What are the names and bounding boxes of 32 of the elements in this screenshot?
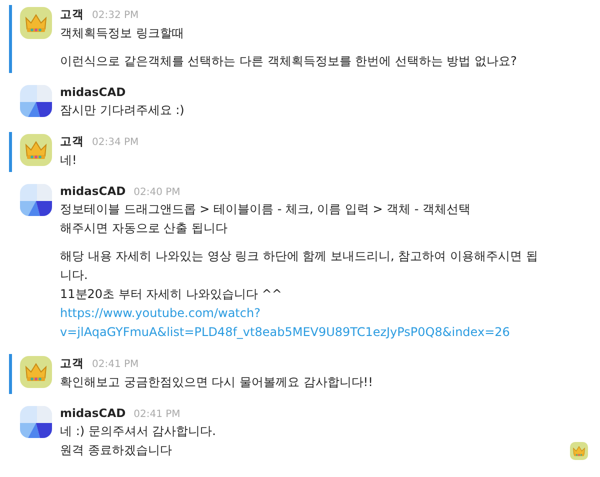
message-text: 정보테이블 드래그앤드롭 > 테이블이름 - 체크, 이름 입력 > 객체 - 객체선택 (60, 201, 471, 218)
message-text: 네 :) 문의주셔서 감사합니다. (60, 423, 216, 440)
message-time: 02:41 PM (92, 359, 139, 370)
message-text: 확인해보고 궁금한점있으면 다시 물어볼께요 감사합니다!! (60, 374, 373, 391)
avatar-crown-icon (20, 134, 52, 166)
message-text: 원격 종료하겠습니다 (60, 442, 172, 459)
message-text: 네! (60, 152, 77, 169)
avatar-crown-icon (20, 7, 52, 39)
sender-name: midasCAD (60, 85, 126, 99)
sender-name: 고객 (60, 356, 84, 371)
message-time: 02:34 PM (92, 137, 139, 148)
message-text: 11분20초 부터 자세히 나와있습니다 ^^ (60, 286, 282, 303)
message-time: 02:32 PM (92, 10, 139, 21)
sender-name: midasCAD (60, 184, 126, 198)
avatar-icon (20, 184, 52, 216)
avatar-icon (20, 406, 52, 438)
avatar-icon (20, 85, 52, 117)
message-text: 해주시면 자동으로 산출 됩니다 (60, 220, 228, 237)
message-text: 객체획득정보 링크할때 (60, 25, 184, 42)
message-time: 02:41 PM (134, 409, 180, 420)
sender-name: midasCAD (60, 406, 126, 420)
video-link[interactable]: https://www.youtube.com/watch? (60, 304, 260, 323)
message-text: 이런식으로 같은객체를 선택하는 다른 객체획득정보를 한번에 선택하는 방법 없나요? (60, 53, 517, 70)
sender-name: 고객 (60, 7, 84, 22)
read-receipt-icon (570, 442, 588, 460)
message-time: 02:40 PM (134, 187, 180, 198)
sender-name: 고객 (60, 134, 84, 149)
avatar-crown-icon (20, 356, 52, 388)
message-text: 잠시만 기다려주세요 :) (60, 102, 184, 119)
message-text: 니다. (60, 267, 88, 284)
video-link[interactable]: v=jlAqaGYFmuA&list=PLD48f_vt8eab5MEV9U89TC1ezJyPsP0Q8&index=26 (60, 323, 510, 342)
message-text: 해당 내용 자세히 나와있는 영상 링크 하단에 함께 보내드리니, 참고하여 이용해주시면 됩 (60, 248, 538, 265)
